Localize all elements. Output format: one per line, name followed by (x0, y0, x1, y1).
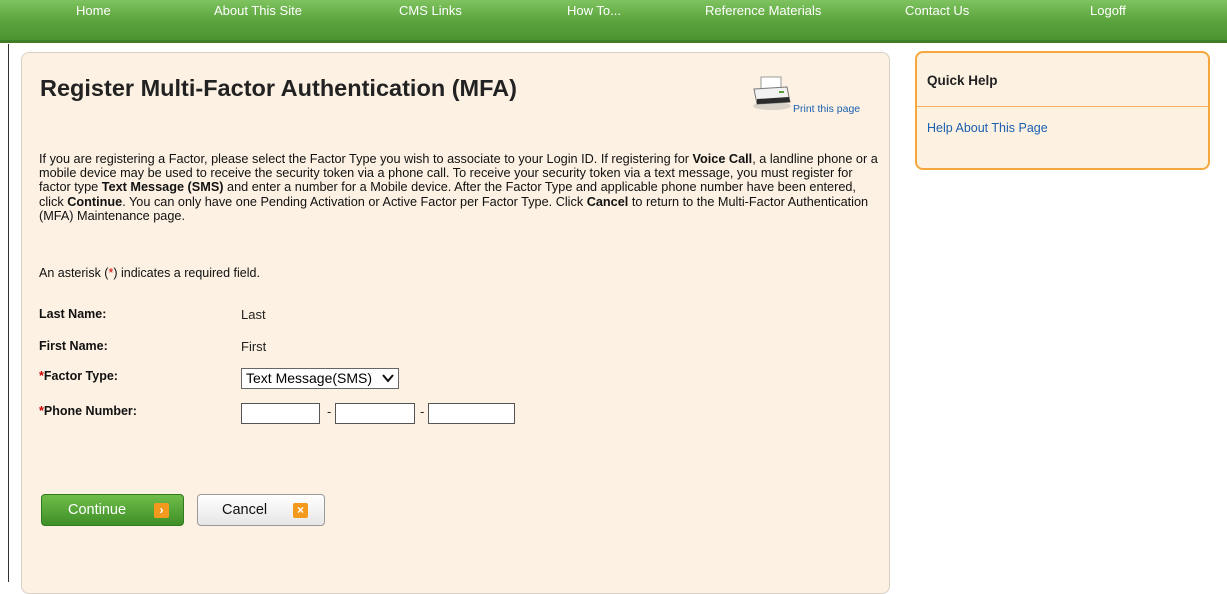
instructions-text: If you are registering a Factor, please … (39, 152, 879, 223)
instructions-text-segment: If you are registering a Factor, please … (39, 152, 693, 166)
last-name-label: Last Name: (39, 307, 107, 321)
quick-help-divider (917, 106, 1208, 107)
nav-contact-us[interactable]: Contact Us (905, 0, 969, 40)
page-title: Register Multi-Factor Authentication (MF… (40, 75, 517, 101)
phone-prefix-input[interactable] (335, 403, 415, 424)
help-about-this-page-link[interactable]: Help About This Page (927, 121, 1048, 135)
factor-type-selected-value: Text Message(SMS) (246, 370, 373, 386)
print-this-page-link[interactable]: Print this page (793, 103, 860, 115)
chevron-down-icon (382, 374, 394, 383)
nav-how-to[interactable]: How To... (567, 0, 621, 40)
nav-about-this-site[interactable]: About This Site (214, 0, 302, 40)
last-name-value: Last (241, 307, 266, 322)
instructions-bold-term: Continue (67, 194, 123, 209)
quick-help-title: Quick Help (927, 73, 998, 88)
first-name-label: First Name: (39, 339, 108, 353)
arrow-right-icon: › (154, 503, 169, 518)
instructions-bold-term: Cancel (586, 194, 629, 209)
nav-logoff[interactable]: Logoff (1090, 0, 1126, 40)
nav-cms-links[interactable]: CMS Links (399, 0, 462, 40)
quick-help-panel: Quick Help Help About This Page (915, 51, 1210, 170)
printer-icon[interactable] (751, 75, 793, 111)
continue-button[interactable]: Continue › (41, 494, 184, 526)
phone-separator: - (420, 404, 425, 419)
instructions-bold-term: Voice Call (692, 152, 753, 166)
left-border-line (8, 44, 9, 582)
phone-area-code-input[interactable] (241, 403, 320, 424)
top-navigation-bar: Home About This Site CMS Links How To...… (0, 0, 1227, 43)
instructions-text-segment: . You can only have one Pending Activati… (122, 194, 587, 209)
instructions-bold-term: Text Message (SMS) (101, 180, 224, 195)
factor-type-select[interactable]: Text Message(SMS) (241, 368, 399, 389)
cancel-button[interactable]: Cancel × (197, 494, 325, 526)
close-icon: × (293, 503, 308, 518)
phone-separator: - (327, 404, 332, 419)
required-field-note: An asterisk (*) indicates a required fie… (39, 266, 260, 280)
main-content-panel: Register Multi-Factor Authentication (MF… (21, 52, 890, 594)
nav-reference-materials[interactable]: Reference Materials (705, 0, 821, 40)
first-name-value: First (241, 339, 267, 354)
phone-number-label: *Phone Number: (39, 404, 137, 418)
phone-line-number-input[interactable] (428, 403, 515, 424)
factor-type-label: *Factor Type: (39, 369, 118, 383)
nav-home[interactable]: Home (76, 0, 111, 40)
